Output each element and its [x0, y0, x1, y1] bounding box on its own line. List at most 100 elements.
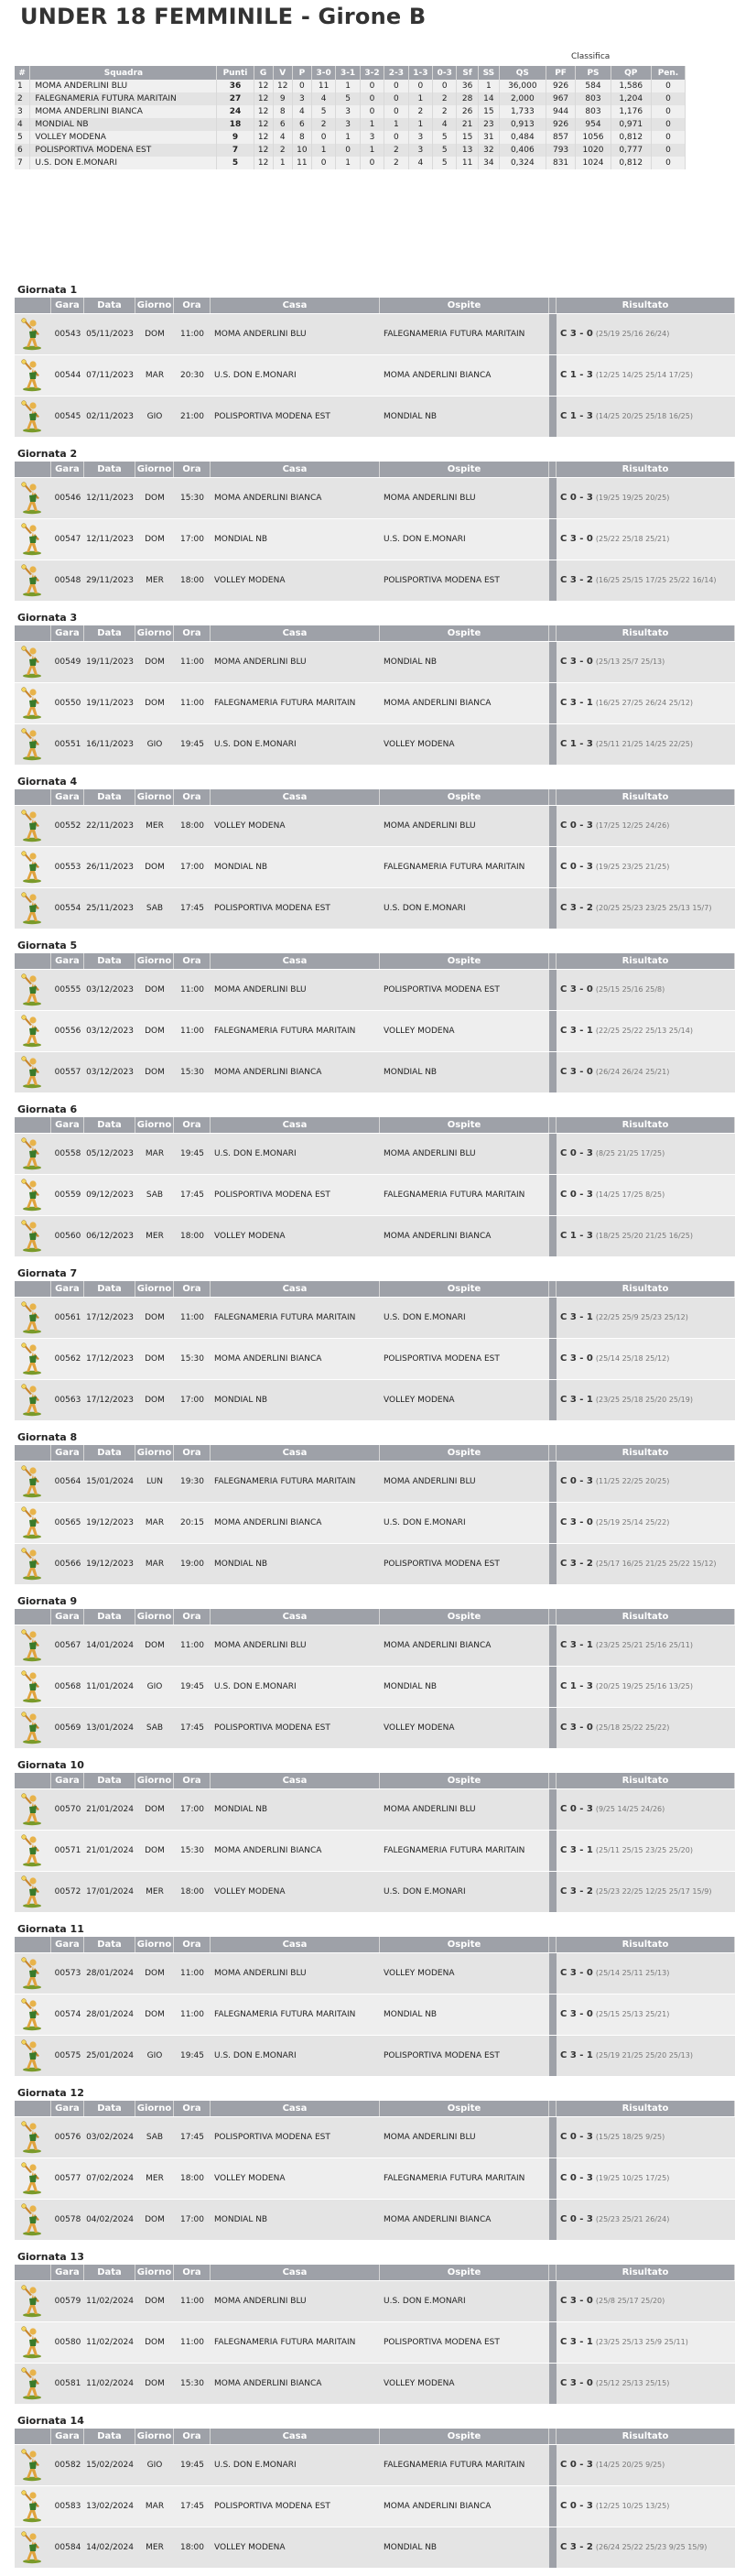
match-number: 00572 — [51, 1872, 84, 1912]
match-row[interactable]: 00574 28/01/2024 DOM 11:00 FALEGNAMERIA FUTU… — [15, 1994, 735, 2035]
result-sets: (25/14 25/11 25/13) — [595, 1969, 670, 1977]
match-row[interactable]: 00584 14/02/2024 MER 18:00 VOLLEY MODENA MOND… — [15, 2527, 735, 2568]
match-row[interactable]: 00583 13/02/2024 MAR 17:45 POLISPORTIVA MODE… — [15, 2486, 735, 2527]
match-icon-cell — [15, 519, 51, 560]
match-icon-cell — [15, 1462, 51, 1502]
home-team: U.S. DON E.MONARI — [211, 1134, 380, 1174]
match-row[interactable]: 00553 26/11/2023 DOM 17:00 MONDIAL NB FALEGNA… — [15, 847, 735, 887]
match-row[interactable]: 00559 09/12/2023 SAB 17:45 POLISPORTIVA MODE… — [15, 1175, 735, 1215]
standings-cell: 0 — [360, 92, 385, 105]
match-row[interactable]: 00551 16/11/2023 GIO 19:45 U.S. DON E.MONARI… — [15, 724, 735, 765]
column-header-risultato: Risultato — [557, 2101, 735, 2116]
match-row[interactable]: 00543 05/11/2023 DOM 11:00 MOMA ANDERLINI BL… — [15, 314, 735, 354]
match-row[interactable]: 00582 15/02/2024 GIO 19:45 U.S. DON E.MONARI… — [15, 2445, 735, 2485]
match-row[interactable]: 00568 11/01/2024 GIO 19:45 U.S. DON E.MONARI… — [15, 1667, 735, 1707]
volleyball-player-icon — [21, 1875, 41, 1908]
matches-table: Gara Data Giorno Ora Casa Ospite Risultato 0054… — [15, 625, 735, 765]
match-row[interactable]: 00564 15/01/2024 LUN 19:30 FALEGNAMERIA FUTU… — [15, 1462, 735, 1502]
column-header-risultato: Risultato — [557, 1937, 735, 1952]
standings-team-name[interactable]: U.S. DON E.MONARI — [29, 157, 218, 169]
match-result: C 0 - 3 (14/25 17/25 8/25) — [557, 1175, 735, 1215]
match-time: 19:45 — [174, 1667, 211, 1707]
standings-cell: 15 — [456, 131, 479, 144]
match-row[interactable]: 00567 14/01/2024 DOM 11:00 MOMA ANDERLINI BL… — [15, 1625, 735, 1666]
match-row[interactable]: 00563 17/12/2023 DOM 17:00 MONDIAL NB VOLLEY … — [15, 1380, 735, 1420]
match-row[interactable]: 00545 02/11/2023 GIO 21:00 POLISPORTIVA MODE… — [15, 397, 735, 437]
match-row[interactable]: 00547 12/11/2023 DOM 17:00 MONDIAL NB U.S. DO… — [15, 519, 735, 560]
result-sets: (25/18 25/22 25/22) — [595, 1723, 670, 1732]
match-row[interactable]: 00548 29/11/2023 MER 18:00 VOLLEY MODENA POLI… — [15, 560, 735, 601]
match-row[interactable]: 00556 03/12/2023 DOM 11:00 FALEGNAMERIA FUTU… — [15, 1011, 735, 1051]
away-team: MOMA ANDERLINI BLU — [380, 2117, 549, 2158]
column-header-data: Data — [84, 953, 135, 969]
page: UNDER 18 FEMMINILE - Girone B Classifica… — [0, 0, 735, 2570]
match-row[interactable]: 00571 21/01/2024 DOM 15:30 MOMA ANDERLINI BI… — [15, 1831, 735, 1871]
match-row[interactable]: 00560 06/12/2023 MER 18:00 VOLLEY MODENA MOMA… — [15, 1216, 735, 1256]
match-row[interactable]: 00577 07/02/2024 MER 18:00 VOLLEY MODENA FALE… — [15, 2158, 735, 2199]
match-icon-cell — [15, 2527, 51, 2568]
matches-header: Gara Data Giorno Ora Casa Ospite Risultato — [15, 2265, 735, 2280]
match-row[interactable]: 00550 19/11/2023 DOM 11:00 FALEGNAMERIA FUTU… — [15, 683, 735, 723]
away-team: VOLLEY MODENA — [380, 1953, 549, 1994]
volleyball-player-icon — [21, 2449, 41, 2482]
match-icon-cell — [15, 314, 51, 354]
match-date: 26/11/2023 — [84, 847, 135, 887]
match-row[interactable]: 00576 03/02/2024 SAB 17:45 POLISPORTIVA MODE… — [15, 2117, 735, 2158]
match-row[interactable]: 00573 28/01/2024 DOM 11:00 MOMA ANDERLINI BL… — [15, 1953, 735, 1994]
standings-row: 2 FALEGNAMERIA FUTURA MARITAIN 27 12 9 3 4 5 0 0 1… — [15, 92, 686, 105]
match-time: 18:00 — [174, 560, 211, 601]
standings-team-name[interactable]: FALEGNAMERIA FUTURA MARITAIN — [29, 92, 218, 105]
match-result: C 1 - 3 (14/25 20/25 25/18 16/25) — [557, 397, 735, 437]
standings-team-name[interactable]: MOMA ANDERLINI BIANCA — [29, 105, 218, 118]
result-sets: (14/25 20/25 9/25) — [595, 2461, 665, 2469]
result-score: C 3 - 0 — [560, 1517, 593, 1527]
match-row[interactable]: 00558 05/12/2023 MAR 19:45 U.S. DON E.MONARI… — [15, 1134, 735, 1174]
standings-cell: 0,913 — [499, 118, 546, 131]
result-sets: (25/11 25/15 23/25 25/20) — [595, 1846, 693, 1854]
match-row[interactable]: 00578 04/02/2024 DOM 17:00 MONDIAL NB MOMA AN… — [15, 2200, 735, 2240]
result-sets: (25/12 25/13 25/15) — [595, 2379, 670, 2387]
column-header-data: Data — [84, 462, 135, 477]
standings-team-name[interactable]: MONDIAL NB — [29, 118, 218, 131]
match-icon-cell — [15, 1544, 51, 1584]
standings-cell: 1056 — [575, 131, 611, 144]
match-row[interactable]: 00562 17/12/2023 DOM 15:30 MOMA ANDERLINI BI… — [15, 1339, 735, 1379]
match-row[interactable]: 00580 11/02/2024 DOM 11:00 FALEGNAMERIA FUTU… — [15, 2322, 735, 2363]
match-row[interactable]: 00557 03/12/2023 DOM 15:30 MOMA ANDERLINI BI… — [15, 1052, 735, 1092]
match-row[interactable]: 00546 12/11/2023 DOM 15:30 MOMA ANDERLINI BI… — [15, 478, 735, 518]
away-team: POLISPORTIVA MODENA EST — [380, 970, 549, 1010]
match-row[interactable]: 00554 25/11/2023 SAB 17:45 POLISPORTIVA MODE… — [15, 888, 735, 929]
result-marker — [549, 1953, 557, 1994]
match-row[interactable]: 00581 11/02/2024 DOM 15:30 MOMA ANDERLINI BI… — [15, 2364, 735, 2404]
match-time: 19:45 — [174, 2036, 211, 2076]
match-row[interactable]: 00572 17/01/2024 MER 18:00 VOLLEY MODENA U.S.… — [15, 1872, 735, 1912]
match-day: DOM — [135, 478, 174, 518]
standings-cell: 3 — [408, 144, 434, 157]
match-row[interactable]: 00544 07/11/2023 MAR 20:30 U.S. DON E.MONARI… — [15, 355, 735, 396]
match-row[interactable]: 00561 17/12/2023 DOM 11:00 FALEGNAMERIA FUTU… — [15, 1298, 735, 1338]
match-number: 00550 — [51, 683, 84, 723]
standings-team-name[interactable]: POLISPORTIVA MODENA EST — [29, 144, 218, 157]
round-title: Giornata 7 — [17, 1267, 78, 1279]
match-row[interactable]: 00569 13/01/2024 SAB 17:45 POLISPORTIVA MODE… — [15, 1708, 735, 1748]
match-row[interactable]: 00549 19/11/2023 DOM 11:00 MOMA ANDERLINI BL… — [15, 642, 735, 682]
result-score: C 0 - 3 — [560, 821, 593, 831]
match-row[interactable]: 00570 21/01/2024 DOM 17:00 MONDIAL NB MOMA AN… — [15, 1789, 735, 1830]
column-header-gara: Gara — [51, 2101, 84, 2116]
volleyball-player-icon — [21, 2490, 41, 2523]
match-row[interactable]: 00552 22/11/2023 MER 18:00 VOLLEY MODENA MOMA… — [15, 806, 735, 846]
result-marker — [549, 1216, 557, 1256]
column-separator — [549, 625, 557, 641]
away-team: VOLLEY MODENA — [380, 1011, 549, 1051]
match-row[interactable]: 00565 19/12/2023 MAR 20:15 MOMA ANDERLINI BI… — [15, 1503, 735, 1543]
result-marker — [549, 2158, 557, 2199]
standings-team-name[interactable]: MOMA ANDERLINI BLU — [29, 80, 218, 92]
standings-cell: 1 — [408, 92, 434, 105]
match-row[interactable]: 00579 11/02/2024 DOM 11:00 MOMA ANDERLINI BL… — [15, 2281, 735, 2321]
match-row[interactable]: 00575 25/01/2024 GIO 19:45 U.S. DON E.MONARI… — [15, 2036, 735, 2076]
match-row[interactable]: 00566 19/12/2023 MAR 19:00 MONDIAL NB POLISPO… — [15, 1544, 735, 1584]
match-row[interactable]: 00555 03/12/2023 DOM 11:00 MOMA ANDERLINI BL… — [15, 970, 735, 1010]
standings-cell: 11 — [292, 157, 312, 169]
standings-cell: 1 — [335, 131, 361, 144]
standings-team-name[interactable]: VOLLEY MODENA — [29, 131, 218, 144]
